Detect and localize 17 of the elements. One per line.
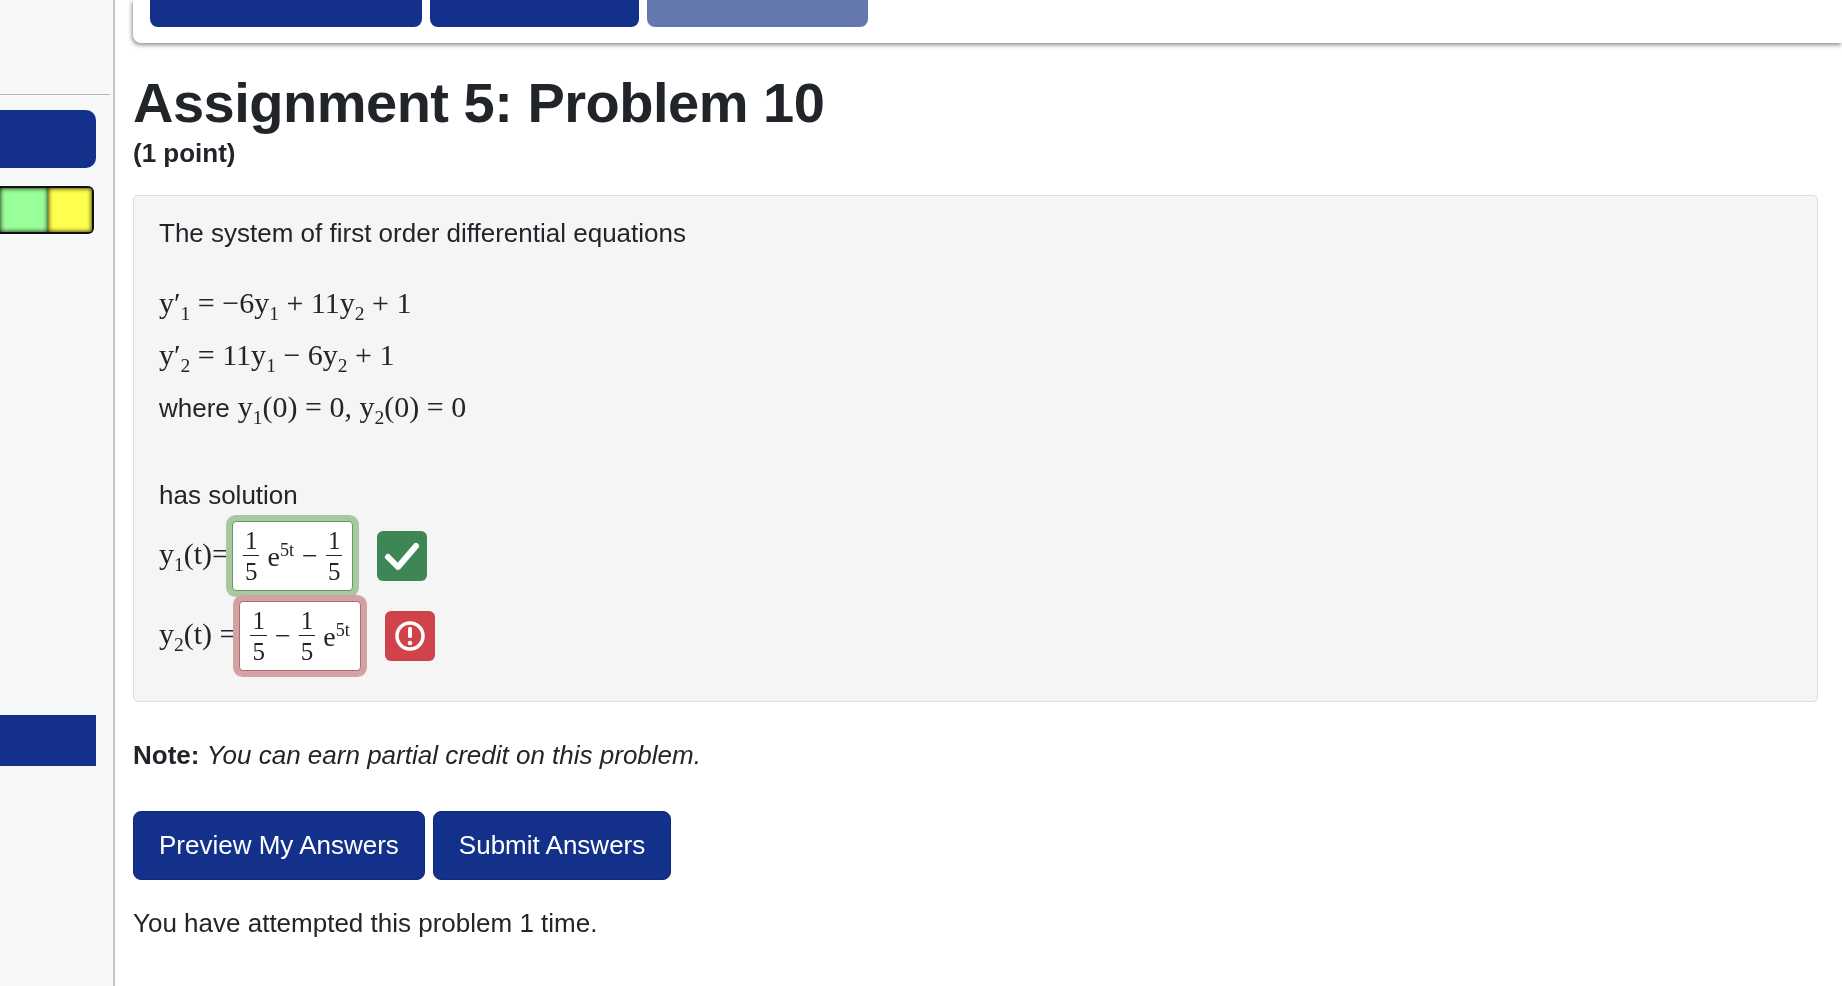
sidebar-button[interactable] bbox=[0, 110, 96, 168]
solution-label: has solution bbox=[159, 480, 299, 512]
note-text: Note: You can earn partial credit on this problem. bbox=[133, 740, 702, 772]
points: (1 point) bbox=[133, 138, 237, 170]
sidebar-bar[interactable] bbox=[0, 715, 96, 766]
problem-text: The system of first order differential equations bbox=[159, 218, 687, 250]
action-button[interactable]: Submit Answers bbox=[432, 811, 672, 881]
condition-label: where bbox=[159, 393, 230, 425]
page-title: Assignment 5: Problem 10 bbox=[133, 70, 826, 136]
action-button[interactable]: Preview My Answers bbox=[133, 811, 425, 881]
nav-button[interactable] bbox=[150, 0, 422, 27]
attempts-text: You have attempted this problem 1 time. bbox=[133, 908, 599, 940]
answer-label: y$_{1}$(t)= bbox=[159, 536, 229, 576]
equation: y′$_{1}$ = −6y$_{1}$ + 11y$_{2}$ + 1 bbox=[159, 285, 413, 327]
equation: y$_{1}$(0) = 0, y$_{2}$(0) = 0 bbox=[237, 389, 467, 431]
equation: y′$_{2}$ = 11y$_{1}$ − 6y$_{2}$ + 1 bbox=[159, 337, 396, 379]
nav-button[interactable] bbox=[430, 0, 639, 27]
